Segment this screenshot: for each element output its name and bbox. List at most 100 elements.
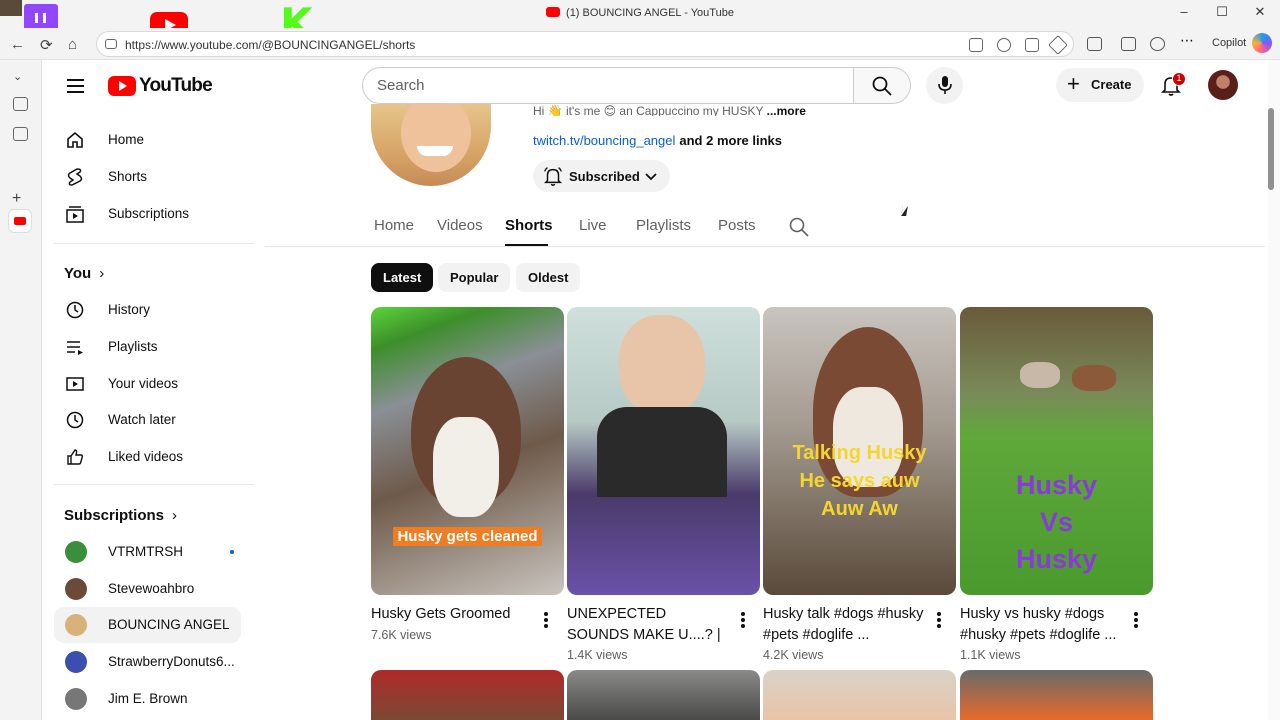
sidebar-item-liked-videos[interactable]: Liked videos xyxy=(54,439,241,475)
short-thumbnail[interactable]: Husky Vs Husky xyxy=(960,307,1153,595)
add-icon[interactable]: + xyxy=(12,190,27,207)
maximize-button[interactable]: ☐ xyxy=(1212,4,1232,20)
twitch-link[interactable]: twitch.tv/bouncing_angel xyxy=(533,133,675,148)
sidebar-item-subscription[interactable]: StrawberryDonuts6... xyxy=(54,644,241,680)
sidebar-item-subscription[interactable]: VTRMTRSH xyxy=(54,534,241,570)
more-actions-icon[interactable] xyxy=(1134,612,1138,628)
search-button[interactable] xyxy=(853,67,911,104)
divider xyxy=(265,246,1265,247)
short-thumbnail[interactable] xyxy=(567,670,760,720)
copilot-label[interactable]: Copilot xyxy=(1212,37,1246,49)
subscriptions-title-text: Subscriptions xyxy=(64,507,165,524)
calendar-icon[interactable] xyxy=(13,127,28,141)
sidebar-item-subscription[interactable]: Stevewoahbro xyxy=(54,571,241,607)
search-input[interactable]: Search xyxy=(362,67,854,104)
plus-icon: + xyxy=(1067,71,1080,96)
channel-description[interactable]: Hi 👋 it's me 😊 an Cappuccino my HUSKY ..… xyxy=(533,104,806,116)
menu-icon[interactable] xyxy=(67,85,84,87)
notification-badge: 1 xyxy=(1172,72,1186,86)
more-links-link[interactable]: and 2 more links xyxy=(679,133,782,148)
close-button[interactable]: ✕ xyxy=(1250,4,1270,20)
more-actions-icon[interactable] xyxy=(544,612,548,628)
sidebar-item-subscriptions[interactable]: Subscriptions xyxy=(54,196,241,232)
tab-home[interactable]: Home xyxy=(374,217,414,234)
mouse-cursor-icon xyxy=(901,206,908,216)
sidebar-item-shorts[interactable]: Shorts xyxy=(54,159,241,195)
filter-chip-popular[interactable]: Popular xyxy=(438,263,511,292)
you-section-title[interactable]: You › xyxy=(64,265,104,282)
sidebar-item-subscription[interactable]: Jim E. Brown xyxy=(54,681,241,717)
scrollbar-thumb[interactable] xyxy=(1268,108,1274,190)
copilot-icon[interactable] xyxy=(1252,33,1272,53)
short-thumbnail[interactable]: Husky gets cleaned xyxy=(371,307,564,595)
sidebar-item-history[interactable]: History xyxy=(54,292,241,328)
more-menu-icon[interactable]: ⋯ xyxy=(1180,32,1195,48)
sidebar-item-playlists[interactable]: Playlists xyxy=(54,329,241,365)
zoom-icon[interactable] xyxy=(997,38,1011,52)
short-title[interactable]: UNEXPECTED SOUNDS MAKE U....? | ... xyxy=(567,604,732,648)
back-button[interactable]: ← xyxy=(10,36,25,53)
tab-posts[interactable]: Posts xyxy=(718,217,756,234)
short-thumbnail[interactable] xyxy=(567,307,760,595)
youtube-wordmark[interactable]: YouTube xyxy=(139,75,213,97)
more-link[interactable]: ...more xyxy=(767,104,806,116)
filter-chip-latest[interactable]: Latest xyxy=(371,263,434,292)
home-icon xyxy=(67,131,83,148)
voice-search-button[interactable] xyxy=(926,67,963,104)
search-placeholder: Search xyxy=(377,77,425,94)
tab-videos[interactable]: Videos xyxy=(437,217,483,234)
address-bar[interactable]: https://www.youtube.com/@BOUNCINGANGEL/s… xyxy=(96,31,1074,57)
sidebar-item-label: Subscriptions xyxy=(108,206,190,221)
subscription-label: BOUNCING ANGEL xyxy=(108,617,230,632)
sidebar-item-home[interactable]: Home xyxy=(54,122,241,158)
menu-icon[interactable] xyxy=(67,79,84,81)
home-button[interactable]: ⌂ xyxy=(68,36,77,53)
thumbnail-overlay-text: Talking Husky He says auw Auw Aw xyxy=(792,442,927,520)
tab-playlists[interactable]: Playlists xyxy=(636,217,691,234)
channel-description-text: Hi 👋 it's me 😊 an Cappuccino my HUSKY xyxy=(533,104,764,116)
profile-icon[interactable] xyxy=(1150,37,1165,51)
favorite-star-icon[interactable] xyxy=(1048,35,1068,55)
sidebar-item-subscription-active[interactable]: BOUNCING ANGEL xyxy=(54,607,241,643)
channel-links: twitch.tv/bouncing_angel and 2 more links xyxy=(533,133,782,148)
short-thumbnail[interactable] xyxy=(960,670,1153,720)
chevron-down-icon xyxy=(645,173,657,181)
apps-icon[interactable] xyxy=(969,38,983,52)
more-actions-icon[interactable] xyxy=(937,612,941,628)
more-actions-icon[interactable] xyxy=(741,612,745,628)
tab-shorts[interactable]: Shorts xyxy=(505,217,553,234)
tab-live[interactable]: Live xyxy=(579,217,607,234)
short-title[interactable]: Husky talk #dogs #husky #pets #doglife .… xyxy=(763,604,928,646)
subscriptions-section-title[interactable]: Subscriptions › xyxy=(64,507,177,524)
sidebar-item-label: Playlists xyxy=(108,339,158,354)
short-title[interactable]: Husky vs husky #dogs #husky #pets #dogli… xyxy=(960,604,1125,646)
short-thumbnail[interactable] xyxy=(371,670,564,720)
site-info-icon[interactable] xyxy=(105,39,117,49)
short-thumbnail[interactable]: Talking Husky He says auw Auw Aw xyxy=(763,307,956,595)
channel-search-icon[interactable] xyxy=(788,216,810,238)
divider xyxy=(54,243,254,244)
short-views: 1.1K views xyxy=(960,648,1021,662)
menu-icon[interactable] xyxy=(67,91,84,93)
refresh-button[interactable]: ⟳ xyxy=(40,36,53,54)
short-thumbnail[interactable] xyxy=(763,670,956,720)
create-button[interactable]: + Create xyxy=(1056,68,1144,102)
account-avatar[interactable] xyxy=(1208,70,1238,100)
chevron-down-icon[interactable]: ⌄ xyxy=(13,70,28,84)
short-title[interactable]: Husky Gets Groomed xyxy=(371,604,536,625)
url-text[interactable]: https://www.youtube.com/@BOUNCINGANGEL/s… xyxy=(125,38,415,52)
calendar-icon[interactable] xyxy=(13,97,28,111)
sidebar-item-watch-later[interactable]: Watch later xyxy=(54,402,241,438)
favorites-icon[interactable] xyxy=(1121,37,1136,51)
read-aloud-icon[interactable] xyxy=(1025,38,1039,52)
extensions-icon[interactable] xyxy=(1087,37,1102,51)
minimize-button[interactable]: – xyxy=(1174,4,1194,19)
youtube-logo-icon[interactable] xyxy=(108,76,136,96)
subscribed-button[interactable]: Subscribed xyxy=(533,160,670,192)
filter-chip-oldest[interactable]: Oldest xyxy=(516,263,581,292)
sidebar-item-your-videos[interactable]: Your videos xyxy=(54,366,241,402)
short-views: 7.6K views xyxy=(371,628,432,642)
youtube-tab-icon[interactable] xyxy=(9,210,31,232)
channel-avatar[interactable] xyxy=(371,104,491,186)
chevron-right-icon: › xyxy=(99,265,105,282)
